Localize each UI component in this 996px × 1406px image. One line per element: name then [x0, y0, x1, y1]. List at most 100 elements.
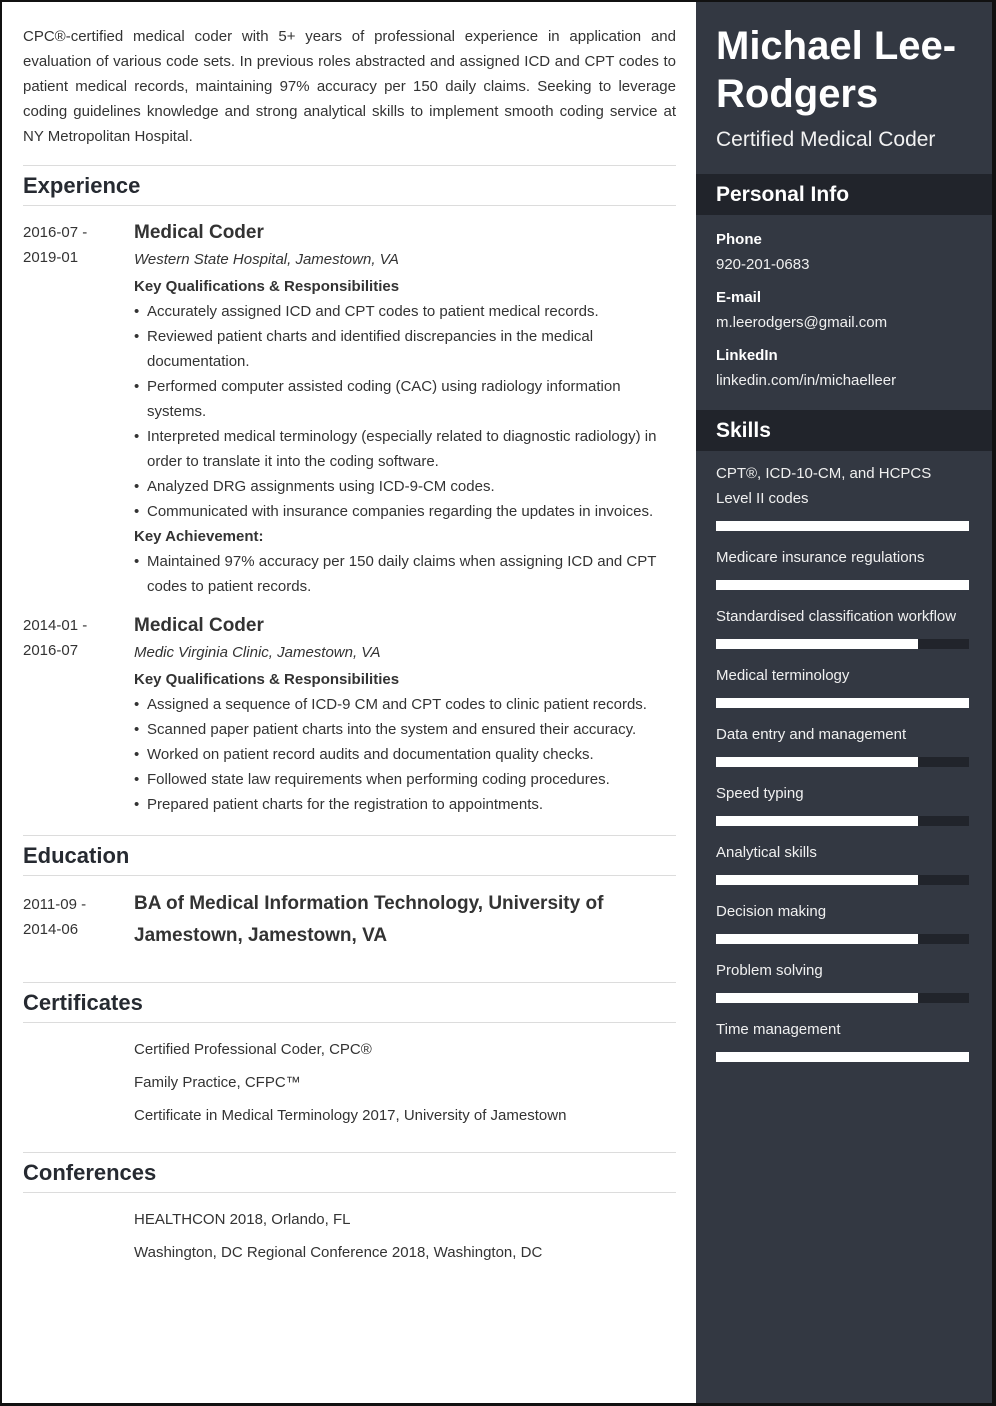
date-start: 2011-09 -	[23, 896, 87, 913]
company-name: Western State Hospital, Jamestown, VA	[134, 251, 399, 268]
skill-level-fill	[716, 521, 969, 531]
skill-level-bar	[716, 993, 969, 1003]
responsibilities-list: Assigned a sequence of ICD-9 CM and CPT …	[134, 692, 676, 817]
education-list: 2011-09 - 2014-06 BA of Medical Informatio…	[23, 888, 676, 966]
list-item: Maintained 97% accuracy per 150 daily cl…	[134, 549, 676, 599]
skill-level-fill	[716, 816, 919, 826]
entry-dates: 2016-07 - 2019-01	[23, 220, 134, 599]
certificate-item: Family Practice, CFPC™	[134, 1074, 301, 1091]
skill-item: Speed typing	[716, 781, 969, 826]
phone-label: Phone	[716, 231, 762, 248]
skill-item: Data entry and management	[716, 722, 969, 767]
list-item: Worked on patient record audits and docu…	[134, 742, 676, 767]
section-title-conferences: Conferences	[23, 1152, 676, 1193]
skill-level-bar	[716, 1052, 969, 1062]
list-item: Performed computer assisted coding (CAC)…	[134, 374, 676, 424]
entry-body: BA of Medical Information Technology, Un…	[134, 888, 676, 952]
linkedin-label: LinkedIn	[716, 347, 778, 364]
section-title-education: Education	[23, 835, 676, 876]
skill-name: Medical terminology	[716, 667, 850, 684]
responsibilities-heading: Key Qualifications & Responsibilities	[134, 278, 400, 295]
responsibilities-heading: Key Qualifications & Responsibilities	[134, 671, 400, 688]
achievement-heading: Key Achievement:	[134, 528, 264, 545]
main-column: CPC®-certified medical coder with 5+ yea…	[2, 2, 696, 1403]
skill-level-fill	[716, 639, 919, 649]
list-item: Followed state law requirements when per…	[134, 767, 676, 792]
skill-item: Problem solving	[716, 958, 969, 1003]
date-end: 2014-06	[23, 921, 79, 938]
list-item: Reviewed patient charts and identified d…	[134, 324, 676, 374]
summary: CPC®-certified medical coder with 5+ yea…	[23, 28, 676, 145]
skill-level-fill	[716, 875, 919, 885]
date-end: 2016-07	[23, 642, 79, 659]
job-title: Medical Coder	[134, 615, 264, 636]
conference-item: HEALTHCON 2018, Orlando, FL	[134, 1211, 351, 1228]
skill-level-bar	[716, 521, 969, 531]
list-item: Prepared patient charts for the registra…	[134, 792, 676, 817]
experience-entry: 2014-01 - 2016-07 Medical Coder Medic Virgi…	[23, 613, 676, 817]
date-end: 2019-01	[23, 249, 79, 266]
section-title-certificates: Certificates	[23, 982, 676, 1023]
skill-item: CPT®, ICD-10-CM, and HCPCS Level II code…	[716, 461, 969, 531]
skills-list: CPT®, ICD-10-CM, and HCPCS Level II code…	[696, 451, 992, 1062]
resume-page: CPC®-certified medical coder with 5+ yea…	[0, 0, 996, 1406]
skill-level-fill	[716, 698, 969, 708]
skill-level-bar	[716, 875, 969, 885]
certificate-item: Certificate in Medical Terminology 2017,…	[134, 1107, 567, 1124]
skill-item: Decision making	[716, 899, 969, 944]
skill-level-bar	[716, 816, 969, 826]
skill-level-fill	[716, 934, 919, 944]
conference-item: Washington, DC Regional Conference 2018,…	[134, 1244, 543, 1261]
certificate-item: Certified Professional Coder, CPC®	[134, 1041, 372, 1058]
skill-name: Standardised classification workflow	[716, 608, 957, 625]
linkedin-value[interactable]: linkedin.com/in/michaelleer	[716, 368, 972, 393]
list-item: Communicated with insurance companies re…	[134, 499, 676, 524]
candidate-name: Michael Lee-Rodgers	[716, 24, 957, 116]
list-item: Interpreted medical terminology (especia…	[134, 424, 676, 474]
entry-body: Medical Coder Western State Hospital, Jam…	[134, 220, 676, 599]
skill-item: Time management	[716, 1017, 969, 1062]
entry-dates: 2011-09 - 2014-06	[23, 888, 134, 952]
list-item: Analyzed DRG assignments using ICD-9-CM …	[134, 474, 676, 499]
date-start: 2016-07 -	[23, 224, 88, 241]
list-item: Assigned a sequence of ICD-9 CM and CPT …	[134, 692, 676, 717]
skill-level-fill	[716, 580, 969, 590]
company-name: Medic Virginia Clinic, Jamestown, VA	[134, 644, 381, 661]
degree-title: BA of Medical Information Technology, Un…	[134, 893, 604, 946]
entry-body: Medical Coder Medic Virginia Clinic, Jame…	[134, 613, 676, 817]
candidate-role: Certified Medical Coder	[716, 128, 936, 151]
skill-name: Medicare insurance regulations	[716, 549, 925, 566]
skill-name: Decision making	[716, 903, 827, 920]
skill-level-bar	[716, 698, 969, 708]
job-title: Medical Coder	[134, 222, 264, 243]
email-value[interactable]: m.leerodgers@gmail.com	[716, 310, 972, 335]
phone-value: 920-201-0683	[716, 256, 810, 273]
entry-dates: 2014-01 - 2016-07	[23, 613, 134, 817]
personal-info: Phone 920-201-0683 E-mail m.leerodgers@g…	[696, 215, 992, 393]
skill-name: Data entry and management	[716, 726, 907, 743]
skill-level-fill	[716, 757, 919, 767]
skill-name: Speed typing	[716, 785, 804, 802]
personal-info-title: Personal Info	[696, 174, 992, 215]
experience-entry: 2016-07 - 2019-01 Medical Coder Western Sta…	[23, 220, 676, 599]
skill-item: Standardised classification workflow	[716, 604, 969, 649]
responsibilities-list: Accurately assigned ICD and CPT codes to…	[134, 299, 676, 524]
skill-name: Problem solving	[716, 962, 823, 979]
skill-level-bar	[716, 934, 969, 944]
conferences-list: HEALTHCON 2018, Orlando, FL Washington, D…	[23, 1193, 676, 1269]
profile-header: Michael Lee-Rodgers Certified Medical Co…	[696, 2, 992, 154]
skill-level-bar	[716, 580, 969, 590]
skill-name: Analytical skills	[716, 844, 817, 861]
list-item: Accurately assigned ICD and CPT codes to…	[134, 299, 676, 324]
skill-item: Medical terminology	[716, 663, 969, 708]
date-start: 2014-01 -	[23, 617, 88, 634]
skills-title: Skills	[696, 410, 992, 451]
skill-item: Medicare insurance regulations	[716, 545, 969, 590]
certificates-list: Certified Professional Coder, CPC® Family…	[23, 1023, 676, 1140]
skill-item: Analytical skills	[716, 840, 969, 885]
achievements-list: Maintained 97% accuracy per 150 daily cl…	[134, 549, 676, 599]
skill-level-bar	[716, 639, 969, 649]
skill-name: Time management	[716, 1021, 841, 1038]
education-entry: 2011-09 - 2014-06 BA of Medical Informatio…	[23, 888, 676, 966]
sidebar: Michael Lee-Rodgers Certified Medical Co…	[696, 2, 992, 1403]
